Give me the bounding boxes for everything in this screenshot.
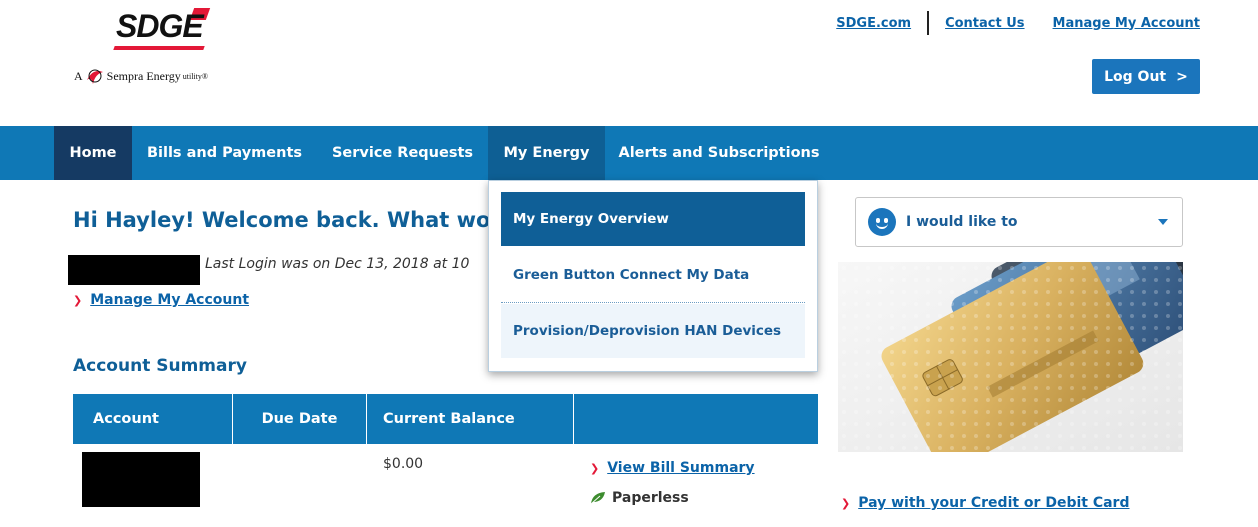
credit-cards-illustration [838,262,1183,452]
caret-down-icon [1158,219,1168,225]
manage-account-row: ❯ Manage My Account [73,292,249,308]
pay-card-row: ❯ Pay with your Credit or Debit Card [841,495,1129,511]
leaf-icon [590,492,605,505]
manage-account-top-link[interactable]: Manage My Account [1053,16,1200,31]
dropdown-divider [501,302,805,303]
paperless-label: Paperless [612,490,689,506]
logo-text: SDGE [116,8,204,44]
nav-home[interactable]: Home [54,126,132,180]
sdge-link[interactable]: SDGE.com [836,16,911,31]
tagline-suffix: utility® [182,71,208,81]
nav-my-energy[interactable]: My Energy [488,126,605,180]
i-would-like-to-dropdown[interactable]: I would like to [855,197,1183,247]
welcome-heading: Hi Hayley! Welcome back. What wou [73,208,506,232]
col-actions [574,394,818,444]
chevron-right-icon: ❯ [841,496,851,510]
logo-underline [113,46,205,50]
current-balance-value: $0.00 [383,456,424,472]
chevron-right-icon: ❯ [73,293,83,307]
sempra-swirl-icon [86,69,103,84]
i-would-like-to-label: I would like to [906,214,1018,230]
chevron-right-icon: ❯ [590,461,600,475]
redacted-name [68,255,200,285]
account-table-header: Account Due Date Current Balance [73,394,818,444]
pay-credit-debit-link[interactable]: Pay with your Credit or Debit Card [858,495,1129,511]
nav-alerts-subscriptions[interactable]: Alerts and Subscriptions [605,126,833,180]
view-bill-row: ❯ View Bill Summary [590,460,755,476]
top-links: SDGE.com Contact Us Manage My Account [836,11,1200,35]
my-energy-dropdown: My Energy Overview Green Button Connect … [488,180,818,372]
paperless-status: Paperless [590,490,689,506]
manage-account-link[interactable]: Manage My Account [90,292,249,308]
redacted-account [82,452,200,507]
smiley-icon [868,208,896,236]
logout-label: Log Out [1104,68,1167,85]
dropdown-my-energy-overview[interactable]: My Energy Overview [501,192,805,246]
dropdown-han-devices[interactable]: Provision/Deprovision HAN Devices [501,304,805,358]
col-due-date: Due Date [233,394,367,444]
credit-cards-image [838,262,1183,452]
tagline: A Sempra Energy utility® [74,66,208,86]
col-account: Account [73,394,233,444]
main-nav: Home Bills and Payments Service Requests… [0,126,1258,180]
sdge-logo[interactable]: SDGE A Sempra Energy utility® [74,6,274,84]
dropdown-green-button[interactable]: Green Button Connect My Data [501,248,805,302]
account-summary-heading: Account Summary [73,356,247,376]
last-login-text: Last Login was on Dec 13, 2018 at 10 [205,256,470,272]
view-bill-summary-link[interactable]: View Bill Summary [607,460,754,476]
tagline-prefix: A [74,68,83,83]
logout-button[interactable]: Log Out > [1092,59,1200,94]
link-separator [927,11,930,35]
nav-service-requests[interactable]: Service Requests [317,126,488,180]
tagline-text: Sempra Energy [106,68,181,83]
chevron-right-icon: > [1176,68,1188,85]
contact-us-link[interactable]: Contact Us [945,16,1024,31]
col-current-balance: Current Balance [367,394,574,444]
nav-bills-payments[interactable]: Bills and Payments [132,126,317,180]
